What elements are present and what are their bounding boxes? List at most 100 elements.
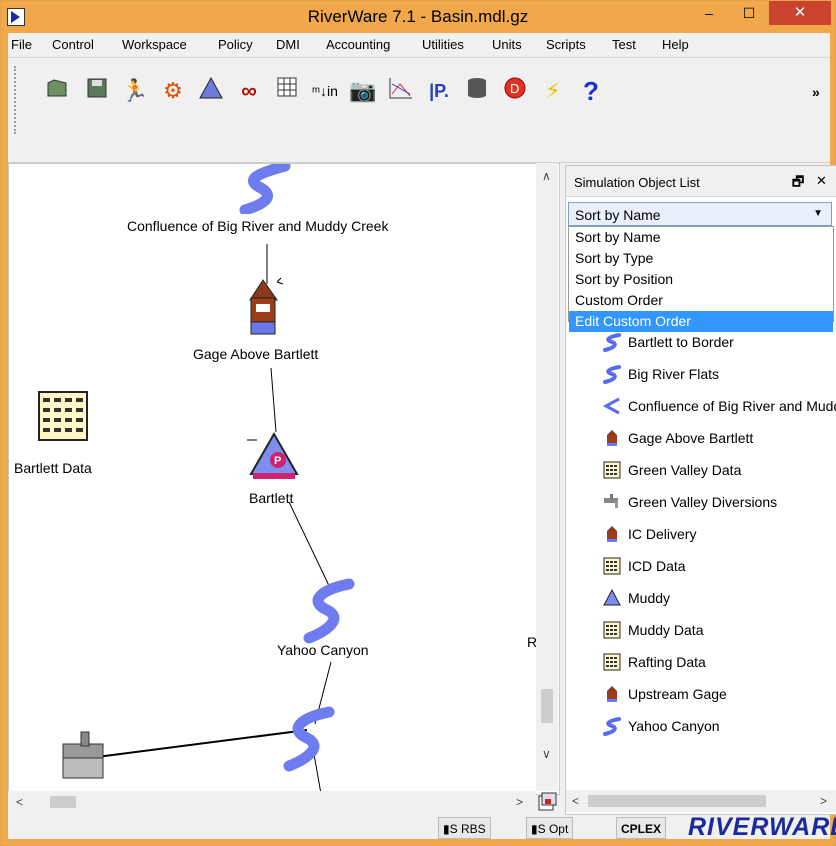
reach-icon (603, 333, 621, 352)
reach-icon (603, 365, 621, 384)
toolbar: 🏃 ⚙ ∞ ᵐ↓in 📷 |P. D ⚡ ? » (8, 57, 830, 163)
list-item[interactable]: Confluence of Big River and Muddy Creek (602, 392, 836, 420)
list-item[interactable]: Muddy (602, 584, 836, 612)
gage-icon (607, 430, 617, 446)
list-item[interactable]: Bartlett to Border (602, 328, 836, 356)
menu-file[interactable]: File (11, 37, 32, 52)
chevron-down-icon[interactable]: ▼ (813, 208, 823, 219)
node-label: Bartlett (249, 490, 294, 506)
cplex-button[interactable]: CPLEX (616, 817, 667, 839)
sort-option[interactable]: Sort by Name (569, 227, 833, 248)
opt-label: Opt (548, 822, 569, 836)
data-object-icon[interactable] (37, 390, 89, 442)
navigator-icon[interactable] (538, 791, 558, 811)
menu-accounting[interactable]: Accounting (326, 37, 390, 52)
list-item[interactable]: Upstream Gage (602, 680, 836, 708)
horizontal-scroll-thumb[interactable] (50, 796, 76, 808)
list-item[interactable]: IC Delivery (602, 520, 836, 548)
data-icon (603, 557, 621, 575)
status-bar: ▮S RBS ▮S Opt CPLEX RIVERWARE (8, 813, 836, 841)
minimize-button[interactable]: ‒ (691, 1, 727, 25)
list-item[interactable]: Big River Flats (602, 360, 836, 388)
list-item[interactable]: Yahoo Canyon (602, 712, 836, 740)
menu-help[interactable]: Help (662, 37, 689, 52)
help-icon[interactable]: ? (576, 76, 606, 106)
rbs-button[interactable]: ▮S RBS (438, 817, 491, 839)
app-window: RiverWare 7.1 - Basin.mdl.gz ‒ ☐ ✕ File … (0, 0, 836, 846)
panel-close-button[interactable]: ✕ (816, 173, 827, 189)
opt-icon: ▮S (531, 822, 549, 836)
menu-units[interactable]: Units (492, 37, 522, 52)
database-icon[interactable] (462, 76, 492, 106)
grid-icon[interactable] (272, 76, 302, 106)
menu-utilities[interactable]: Utilities (422, 37, 464, 52)
policy-icon[interactable]: |P. (424, 76, 454, 106)
diagnostics-icon[interactable]: D (500, 76, 530, 106)
panel-scroll-thumb[interactable] (588, 795, 766, 807)
rbs-icon: ▮S (443, 822, 461, 836)
link-icon[interactable]: ∞ (234, 76, 264, 106)
sort-option[interactable]: Custom Order (569, 290, 833, 311)
open-icon[interactable] (42, 76, 72, 106)
confluence-reach-icon[interactable] (235, 163, 299, 214)
opt-button[interactable]: ▮S Opt (526, 817, 574, 839)
list-item-label: Confluence of Big River and Muddy Creek (628, 398, 836, 414)
close-button[interactable]: ✕ (769, 1, 831, 25)
list-item-label: Gage Above Bartlett (628, 430, 754, 446)
sort-option[interactable]: Sort by Type (569, 248, 833, 269)
maximize-button[interactable]: ☐ (731, 1, 767, 25)
yahoo-canyon-reach-icon[interactable] (299, 576, 363, 646)
lower-reach-icon[interactable] (279, 704, 343, 774)
scroll-left-icon[interactable]: < (572, 794, 579, 808)
scroll-left-icon[interactable]: < (16, 795, 23, 809)
data-icon (603, 621, 621, 639)
reservoir-icon[interactable] (196, 76, 226, 106)
list-item[interactable]: Green Valley Data (602, 456, 836, 484)
lightning-icon[interactable]: ⚡ (538, 76, 568, 106)
list-item[interactable]: Gage Above Bartlett (602, 424, 836, 452)
scroll-up-icon[interactable]: ∧ (542, 169, 551, 183)
list-item-label: Big River Flats (628, 366, 720, 382)
sort-option[interactable]: Sort by Position (569, 269, 833, 290)
scroll-down-icon[interactable]: ∨ (542, 747, 551, 761)
sort-options-menu: Sort by Name Sort by Type Sort by Positi… (568, 226, 834, 332)
menu-test[interactable]: Test (612, 37, 636, 52)
reach-icon (603, 717, 621, 736)
run-icon[interactable]: 🏃 (120, 76, 150, 106)
menu-policy[interactable]: Policy (218, 37, 253, 52)
save-icon[interactable] (82, 76, 112, 106)
workspace-canvas[interactable]: Confluence of Big River and Muddy Creek … (8, 163, 560, 795)
camera-icon[interactable]: 📷 (348, 76, 378, 106)
plot-icon[interactable] (386, 76, 416, 106)
reservoir-icon[interactable]: P (247, 430, 301, 484)
data-icon (603, 461, 621, 479)
menu-workspace[interactable]: Workspace (122, 37, 187, 52)
list-item[interactable]: Green Valley Diversions (602, 488, 836, 516)
list-item[interactable]: Rafting Data (602, 648, 836, 676)
list-item-label: Green Valley Diversions (628, 494, 778, 510)
scroll-right-icon[interactable]: > (820, 794, 827, 808)
menu-dmi[interactable]: DMI (276, 37, 300, 52)
workspace-vertical-scrollbar[interactable]: ∧ ∨ (536, 163, 558, 791)
toolbar-overflow-button[interactable]: » (812, 84, 820, 100)
list-item[interactable]: Muddy Data (602, 616, 836, 644)
diversion-icon[interactable] (59, 730, 113, 780)
menu-scripts[interactable]: Scripts (546, 37, 586, 52)
input-icon[interactable]: ᵐ↓in (310, 76, 340, 106)
gage-icon[interactable] (247, 276, 285, 338)
list-item[interactable]: ICD Data (602, 552, 836, 580)
list-item-label: ICD Data (628, 558, 686, 574)
sort-dropdown[interactable]: Sort by Name ▼ (568, 202, 832, 226)
menu-control[interactable]: Control (52, 37, 94, 52)
riverware-brand-logo: RIVERWARE (688, 813, 836, 841)
panel-float-button[interactable]: 🗗 (792, 173, 804, 195)
node-label: Bartlett Data (14, 460, 92, 476)
panel-horizontal-scrollbar[interactable]: < > (566, 790, 836, 812)
step-icon[interactable]: ⚙ (158, 76, 188, 106)
vertical-scroll-thumb[interactable] (541, 689, 553, 723)
scroll-right-icon[interactable]: > (516, 795, 523, 809)
workspace-horizontal-scrollbar[interactable]: < > (8, 791, 536, 813)
list-item-label: Muddy Data (628, 622, 704, 638)
menu-bar: File Control Workspace Policy DMI Accoun… (8, 33, 830, 55)
toolbar-grip[interactable] (14, 66, 19, 134)
